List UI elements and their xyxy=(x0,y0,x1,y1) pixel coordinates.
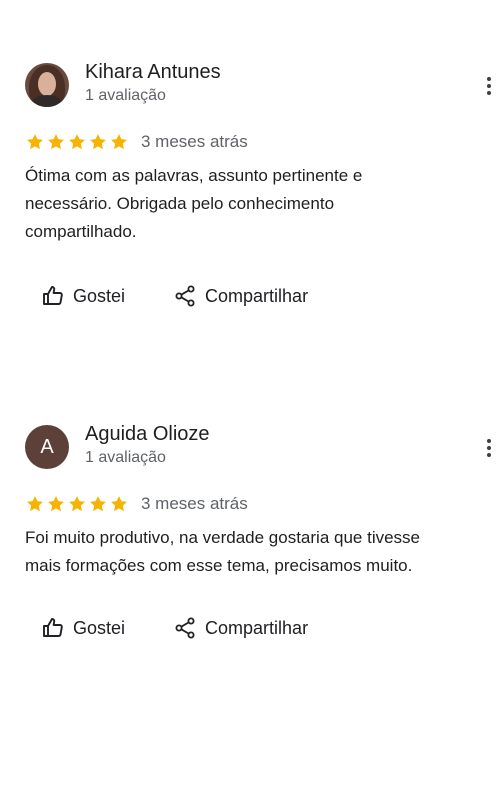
like-button[interactable]: Gostei xyxy=(41,284,125,308)
author-review-count: 1 avaliação xyxy=(85,449,166,466)
like-label: Gostei xyxy=(73,285,126,306)
star-icon xyxy=(27,134,43,150)
review-text: Ótima com as palavras, assunto pertinent… xyxy=(25,166,363,241)
share-button[interactable]: Compartilhar xyxy=(173,284,308,308)
rating-row: 3 meses atrás xyxy=(25,493,248,515)
review-text: Foi muito produtivo, na verdade gostaria… xyxy=(25,528,421,575)
star-icon xyxy=(111,496,127,512)
star-icon xyxy=(90,496,106,512)
star-icon xyxy=(111,134,127,150)
review-actions: Gostei Compartilhar xyxy=(41,281,308,311)
author-name[interactable]: Aguida Olioze xyxy=(85,423,210,446)
star-icon xyxy=(48,496,64,512)
share-button[interactable]: Compartilhar xyxy=(173,616,308,640)
thumbs-up-icon xyxy=(43,286,63,305)
share-icon xyxy=(175,617,195,639)
review-actions: Gostei Compartilhar xyxy=(41,613,308,643)
avatar[interactable] xyxy=(25,63,69,107)
review-time: 3 meses atrás xyxy=(141,494,248,513)
star-icon xyxy=(27,496,43,512)
star-icon xyxy=(69,134,85,150)
share-label: Compartilhar xyxy=(205,285,309,306)
star-rating xyxy=(25,132,129,152)
rating-row: 3 meses atrás xyxy=(25,131,248,153)
star-icon xyxy=(48,134,64,150)
star-rating xyxy=(25,494,129,514)
thumbs-up-icon xyxy=(43,618,63,637)
share-label: Compartilhar xyxy=(205,617,309,638)
share-icon xyxy=(175,285,195,307)
author-review-count: 1 avaliação xyxy=(85,87,166,104)
star-icon xyxy=(90,134,106,150)
like-button[interactable]: Gostei xyxy=(41,616,125,640)
review-time: 3 meses atrás xyxy=(141,132,248,151)
star-icon xyxy=(69,496,85,512)
more-vert-icon[interactable] xyxy=(474,436,500,460)
avatar[interactable]: A xyxy=(25,425,69,469)
author-name[interactable]: Kihara Antunes xyxy=(85,61,221,84)
like-label: Gostei xyxy=(73,617,126,638)
more-vert-icon[interactable] xyxy=(474,74,500,98)
